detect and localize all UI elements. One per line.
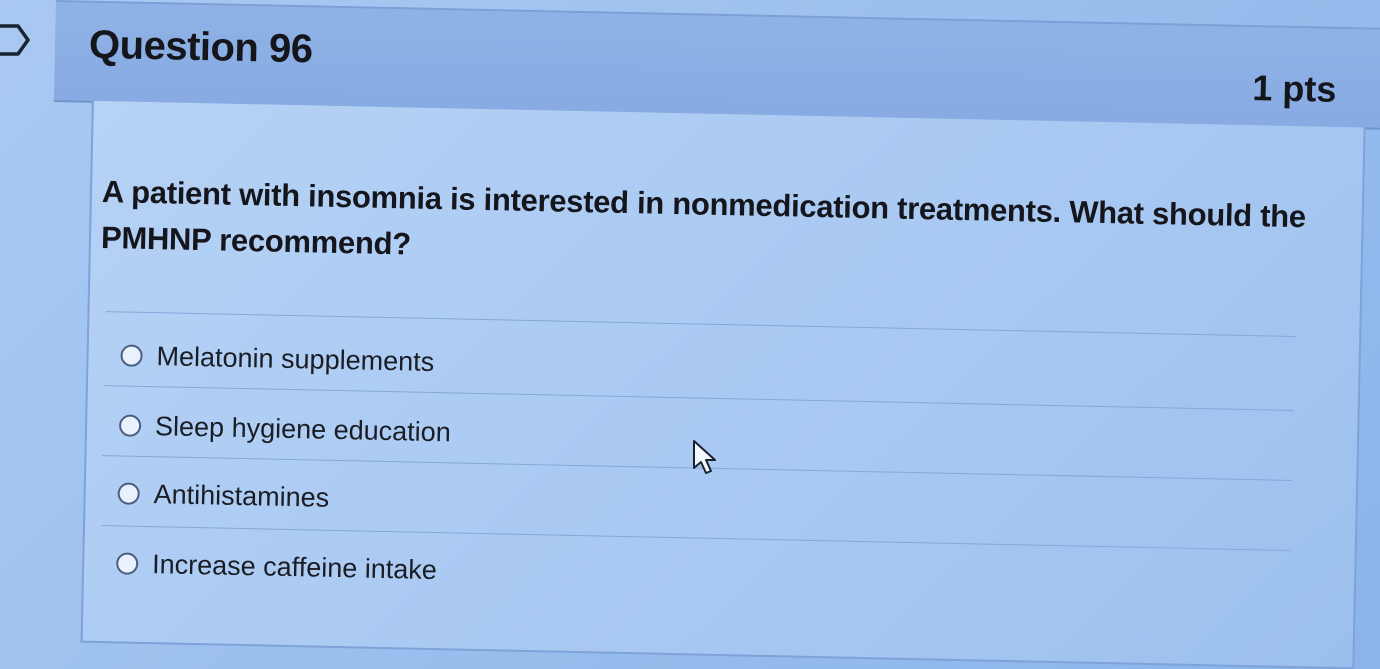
question-points: 1 pts <box>1251 67 1337 110</box>
mouse-pointer-icon <box>693 440 716 474</box>
radio-button[interactable] <box>118 414 142 437</box>
answer-label: Melatonin supplements <box>156 340 435 377</box>
flag-question-icon[interactable] <box>0 22 34 58</box>
question-body: A patient with insomnia is interested in… <box>80 100 1366 669</box>
radio-button[interactable] <box>115 552 139 575</box>
answer-option-1[interactable]: Melatonin supplements <box>120 335 434 382</box>
question-card: Question 96 1 pts A patient with insomni… <box>42 0 1380 669</box>
answer-option-4[interactable]: Increase caffeine intake <box>115 543 438 590</box>
radio-button[interactable] <box>117 482 140 505</box>
answer-label: Increase caffeine intake <box>151 548 438 585</box>
answers-divider <box>105 311 1296 338</box>
question-title: Question 96 <box>88 22 313 72</box>
answer-option-2[interactable]: Sleep hygiene education <box>118 405 452 452</box>
quiz-screen: Question 96 1 pts A patient with insomni… <box>0 0 1380 669</box>
radio-button[interactable] <box>120 344 143 367</box>
answer-divider <box>103 385 1294 412</box>
answer-option-3[interactable]: Antihistamines <box>117 473 330 517</box>
answer-label: Antihistamines <box>153 478 330 513</box>
question-text: A patient with insomnia is interested in… <box>100 174 1307 262</box>
answer-label: Sleep hygiene education <box>154 410 452 447</box>
